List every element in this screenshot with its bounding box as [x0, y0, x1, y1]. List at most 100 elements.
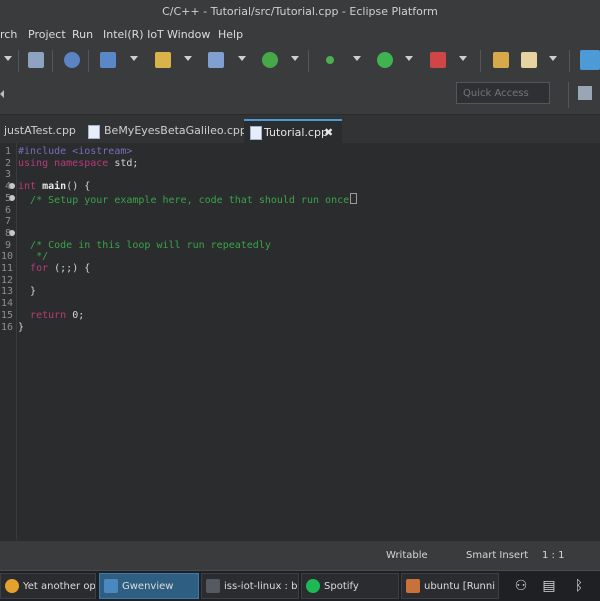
toolbar-separator: [568, 82, 569, 108]
line-number: 9: [4, 239, 11, 251]
save-all-icon[interactable]: [28, 52, 44, 68]
new-folder-icon[interactable]: [155, 52, 171, 68]
code-line: 9 /* Code in this loop will run repeated…: [5, 239, 271, 252]
code-token: */: [36, 251, 49, 263]
virtualbox-icon: [406, 579, 420, 593]
gwenview-icon: [104, 579, 118, 593]
menu-search[interactable]: rch: [0, 24, 17, 46]
dropdown-arrow-icon[interactable]: [130, 56, 138, 61]
code-line: 5 /* Setup your example here, code that …: [5, 192, 358, 206]
task-label: Gwenview: [122, 581, 174, 592]
user-switch-icon[interactable]: ⚇: [512, 577, 530, 595]
code-token: #include <iostream>: [18, 146, 133, 157]
tab-bemyeyesbetagalileo[interactable]: BeMyEyesBetaGalileo.cpp: [88, 119, 247, 143]
code-line: 4 int main() {: [5, 181, 90, 193]
task-gwenview[interactable]: Gwenview: [99, 573, 199, 599]
open-perspective-icon[interactable]: [578, 86, 592, 100]
line-number: 8: [4, 227, 11, 239]
tab-tutorial[interactable]: Tutorial.cpp ✖: [244, 119, 342, 143]
dropdown-arrow-icon[interactable]: [405, 56, 413, 61]
code-token: std;: [108, 157, 139, 169]
chrome-icon: [5, 579, 19, 593]
task-browser[interactable]: Yet another op: [0, 573, 96, 599]
os-taskbar: Yet another op Gwenview iss-iot-linux : …: [0, 570, 600, 601]
code-token: 0;: [66, 309, 85, 321]
line-number: 10: [1, 251, 14, 263]
code-token: main: [42, 181, 67, 193]
code-editor[interactable]: 1 #include <iostream> 2 using namespace std…: [0, 143, 600, 540]
editor-tab-bar: justATest.cpp BeMyEyesBetaGalileo.cpp Tu…: [0, 115, 600, 143]
close-icon[interactable]: ✖: [324, 121, 333, 145]
line-number: 15: [1, 309, 14, 321]
pen-icon[interactable]: [521, 52, 537, 68]
code-token: for: [30, 263, 49, 274]
code-line: 10 */: [1, 251, 49, 263]
cpp-file-icon: [250, 126, 262, 140]
task-virtualbox[interactable]: ubuntu [Runni: [401, 573, 499, 599]
status-bar: Writable Smart Insert 1 : 1: [0, 540, 600, 571]
perspective-icon[interactable]: [580, 50, 600, 70]
bluetooth-icon[interactable]: ᛒ: [570, 577, 588, 595]
menu-window[interactable]: Window: [167, 24, 210, 46]
task-label: Yet another op: [23, 581, 96, 592]
spotify-icon: [306, 579, 320, 593]
task-spotify[interactable]: Spotify: [301, 573, 399, 599]
dropdown-arrow-icon[interactable]: [549, 56, 557, 61]
line-number: 7: [4, 216, 11, 228]
line-number: 13: [1, 286, 14, 298]
code-token: return: [30, 309, 67, 321]
task-label: Spotify: [324, 581, 359, 592]
quick-access-input[interactable]: [456, 82, 550, 104]
run-icon[interactable]: [377, 52, 393, 68]
line-number: 2: [4, 157, 11, 169]
toolbar-separator: [569, 50, 570, 72]
dropdown-arrow-icon[interactable]: [291, 56, 299, 61]
dropdown-arrow-icon[interactable]: [4, 56, 12, 61]
task-label: ubuntu [Runni: [424, 581, 495, 592]
code-line: 11 for (;;) {: [1, 263, 91, 275]
toolbar-separator: [52, 50, 53, 72]
code-token: (;;) {: [48, 263, 91, 274]
line-number: 4: [4, 181, 11, 193]
refresh-icon[interactable]: [262, 52, 278, 68]
new-class-icon[interactable]: [208, 52, 224, 68]
code-token: /* Code in this loop will run repeatedly: [30, 239, 271, 251]
code-token: }: [18, 286, 37, 298]
dropdown-arrow-icon[interactable]: [459, 56, 467, 61]
dropdown-arrow-icon[interactable]: [238, 56, 246, 61]
toolbar-separator: [88, 50, 89, 72]
dropdown-arrow-icon[interactable]: [184, 56, 192, 61]
code-token: }: [18, 321, 25, 333]
menu-help[interactable]: Help: [218, 24, 243, 46]
menu-intel-iot[interactable]: Intel(R) IoT: [103, 24, 164, 46]
build-icon[interactable]: [64, 52, 80, 68]
code-token: /* Setup your example here, code that sh…: [30, 194, 350, 206]
task-terminal[interactable]: iss-iot-linux : b: [201, 573, 299, 599]
tab-justatest[interactable]: justATest.cpp: [4, 119, 80, 143]
new-cpp-project-icon[interactable]: [100, 52, 116, 68]
open-folder-icon[interactable]: [493, 52, 509, 68]
code-token: int: [18, 181, 37, 193]
toolbar-separator: [18, 50, 19, 72]
clipboard-icon[interactable]: ▤: [540, 577, 558, 595]
dropdown-arrow-icon[interactable]: [353, 56, 361, 61]
chevron-left-icon[interactable]: [0, 90, 4, 98]
code-line: 15 return 0;: [1, 309, 85, 322]
line-number: 6: [4, 204, 11, 216]
debug-icon[interactable]: [326, 56, 334, 64]
line-number: 12: [1, 274, 14, 286]
cpp-file-icon: [88, 125, 100, 139]
menu-run[interactable]: Run: [72, 24, 93, 46]
code-token: using namespace: [18, 157, 109, 169]
task-label: iss-iot-linux : b: [224, 581, 298, 592]
tab-label: BeMyEyesBetaGalileo.cpp: [104, 124, 247, 137]
menu-project[interactable]: Project: [28, 24, 66, 46]
tab-label: Tutorial.cpp: [264, 126, 328, 139]
collapsed-comment-marker[interactable]: [350, 192, 358, 204]
line-number: 5: [4, 192, 11, 204]
external-tools-icon[interactable]: [430, 52, 446, 68]
terminal-icon: [206, 579, 220, 593]
